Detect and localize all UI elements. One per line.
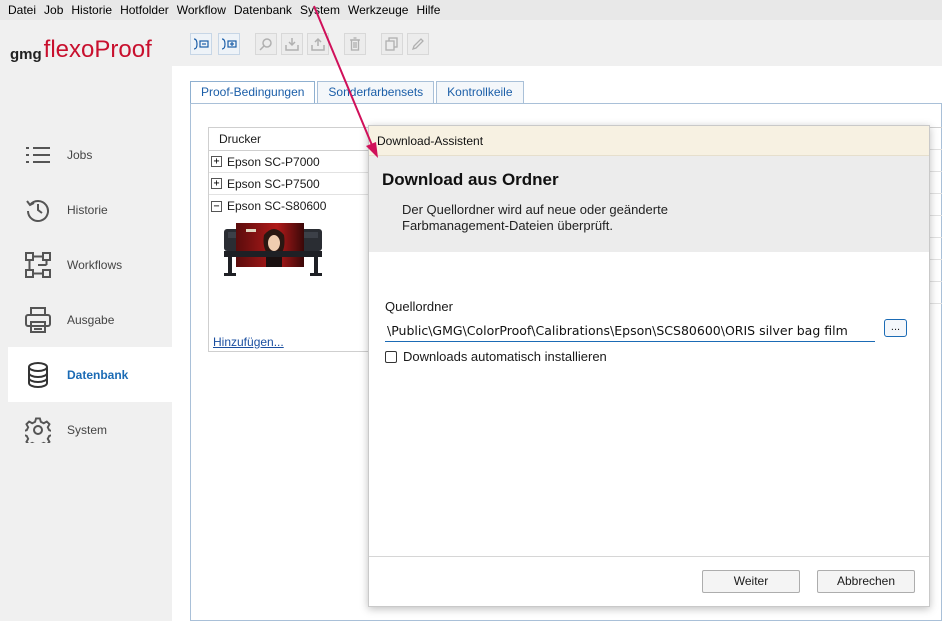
sidebar-item-label: Datenbank [67,367,129,382]
expand-icon[interactable]: + [211,178,222,189]
app-logo: gmg flexoProof [10,30,152,63]
add-printer-link[interactable]: Hinzufügen... [213,335,284,349]
menu-bar: Datei Job Historie Hotfolder Workflow Da… [0,0,942,20]
search-button[interactable] [255,33,277,55]
menu-hilfe[interactable]: Hilfe [412,0,444,20]
upload-button[interactable] [307,33,329,55]
menu-werkzeuge[interactable]: Werkzeuge [344,0,412,20]
trash-icon [350,37,360,51]
dialog-header: Download aus Ordner Der Quellordner wird… [369,156,929,252]
dialog-description: Der Quellordner wird auf neue oder geänd… [402,202,668,233]
sidebar-item-jobs[interactable]: Jobs [8,127,172,182]
collapse-icon[interactable]: − [211,200,222,212]
expand-all-button[interactable] [218,33,240,55]
sidebar-item-datenbank[interactable]: Datenbank [8,347,172,402]
download-wizard-dialog: Download-Assistent Download aus Ordner D… [368,125,930,607]
sidebar-item-label: System [67,422,108,437]
printer-list: Drucker + Epson SC-P7000 + Epson SC-P750… [208,127,372,352]
printer-row[interactable]: − Epson SC-S80600 [209,195,371,217]
history-icon [24,196,52,224]
printer-name: Epson SC-P7000 [227,154,320,169]
list-icon [24,141,52,169]
printer-row[interactable]: + Epson SC-P7000 [209,151,371,173]
search-icon [259,38,272,51]
sidebar-item-label: Workflows [67,257,123,272]
cancel-button[interactable]: Abbrechen [817,570,915,593]
logo-prefix: gmg [10,46,42,63]
download-button[interactable] [281,33,303,55]
expand-icon [221,38,237,50]
menu-historie[interactable]: Historie [67,0,116,20]
copy-icon [385,37,398,51]
source-folder-label: Quellordner [385,299,453,314]
sidebar-item-ausgabe[interactable]: Ausgabe [8,292,172,347]
collapse-icon [193,38,209,50]
next-button[interactable]: Weiter [702,570,800,593]
printer-list-header: Drucker [209,128,371,151]
logo-name: flexoProof [43,36,152,63]
workflow-icon [24,251,52,279]
tab-proof-bedingungen[interactable]: Proof-Bedingungen [190,81,316,105]
tab-bar: Proof-Bedingungen Sonderfarbensets Kontr… [190,81,526,105]
upload-icon [311,37,325,51]
printer-name: Epson SC-P7500 [227,176,320,191]
gear-icon [24,416,52,444]
checkbox-box[interactable] [385,350,397,363]
dialog-footer: Weiter Abbrechen [369,556,929,606]
menu-hotfolder[interactable]: Hotfolder [116,0,173,20]
sidebar-item-historie[interactable]: Historie [8,182,172,237]
sidebar-item-label: Historie [67,202,108,217]
menu-system[interactable]: System [296,0,344,20]
copy-button[interactable] [381,33,403,55]
edit-button[interactable] [407,33,429,55]
sidebar-item-label: Ausgabe [67,312,115,327]
dialog-body: Quellordner \Public\GMG\ColorProof\Calib… [369,252,929,558]
menu-job[interactable]: Job [40,0,67,20]
tab-sonderfarbensets[interactable]: Sonderfarbensets [317,81,435,103]
database-icon [24,361,52,389]
tab-kontrollkeile[interactable]: Kontrollkeile [436,81,524,103]
printer-icon [24,306,52,334]
auto-install-label: Downloads automatisch installieren [403,349,607,364]
delete-button[interactable] [344,33,366,55]
source-folder-input[interactable]: \Public\GMG\ColorProof\Calibrations\Epso… [385,320,875,342]
toolbar [172,20,942,66]
grid-edge [929,127,942,352]
printer-image [209,217,371,287]
pencil-icon [411,38,424,51]
printer-name: Epson SC-S80600 [227,199,327,213]
sidebar: gmg flexoProof Jobs Historie Workflows A… [0,20,172,621]
dialog-heading: Download aus Ordner [382,170,559,189]
expand-icon[interactable]: + [211,156,222,167]
menu-datenbank[interactable]: Datenbank [230,0,296,20]
auto-install-checkbox[interactable]: Downloads automatisch installieren [385,349,607,364]
browse-button[interactable]: ... [884,319,907,337]
collapse-all-button[interactable] [190,33,212,55]
sidebar-item-workflows[interactable]: Workflows [8,237,172,292]
dialog-title: Download-Assistent [369,126,929,156]
sidebar-item-label: Jobs [67,147,93,162]
sidebar-item-system[interactable]: System [8,402,172,457]
printer-row[interactable]: + Epson SC-P7500 [209,173,371,195]
download-icon [285,38,299,51]
menu-workflow[interactable]: Workflow [173,0,230,20]
menu-datei[interactable]: Datei [4,0,40,20]
